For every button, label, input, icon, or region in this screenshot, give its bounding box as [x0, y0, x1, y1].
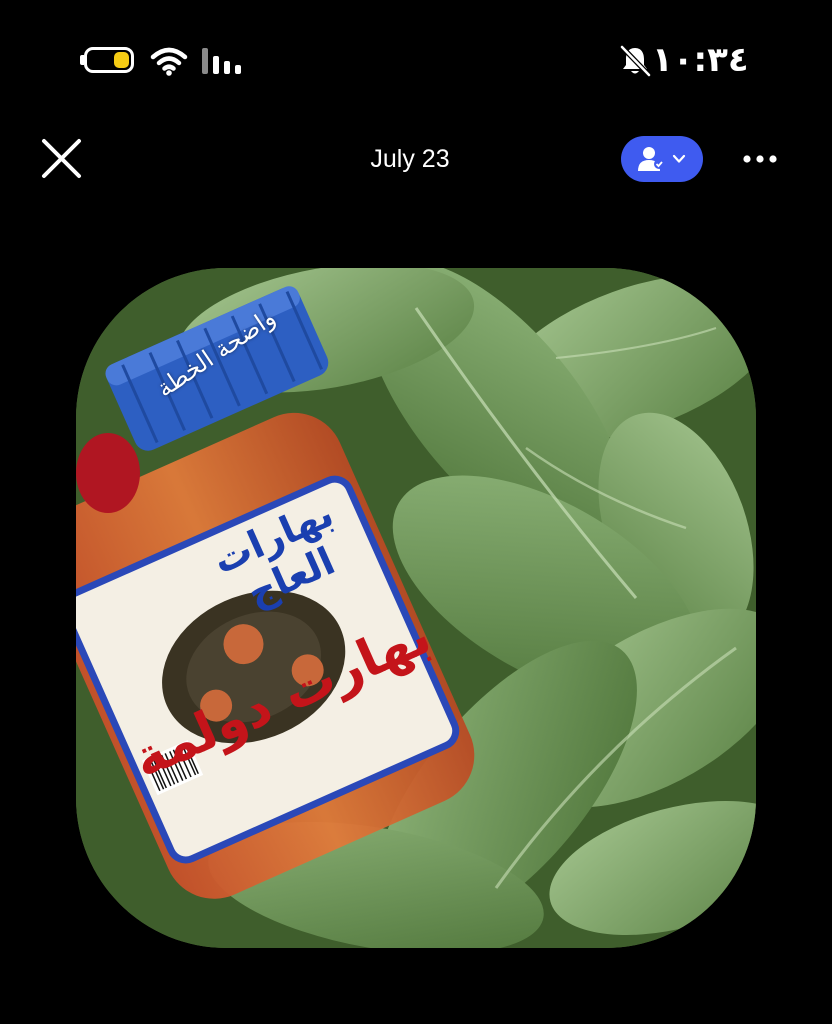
close-button[interactable]: [36, 135, 86, 185]
story-date-title: July 23: [370, 145, 450, 173]
audience-selector-button[interactable]: [621, 136, 703, 182]
person-icon: [638, 147, 664, 171]
more-options-button[interactable]: [738, 140, 782, 180]
bell-slash-icon: [620, 45, 651, 77]
battery-low-power-icon: [80, 47, 134, 73]
close-icon: [42, 139, 81, 178]
status-bar: ١٠:٣٤: [0, 0, 832, 120]
more-dots-icon: [743, 155, 777, 163]
story-photo[interactable]: بهارات العاج بهارت دولمة واضحة الخطة: [76, 268, 756, 948]
chevron-down-icon: [672, 154, 686, 163]
status-time: ١٠:٣٤: [652, 40, 749, 80]
wifi-icon: [150, 47, 188, 76]
cellular-signal-icon: [202, 48, 241, 74]
